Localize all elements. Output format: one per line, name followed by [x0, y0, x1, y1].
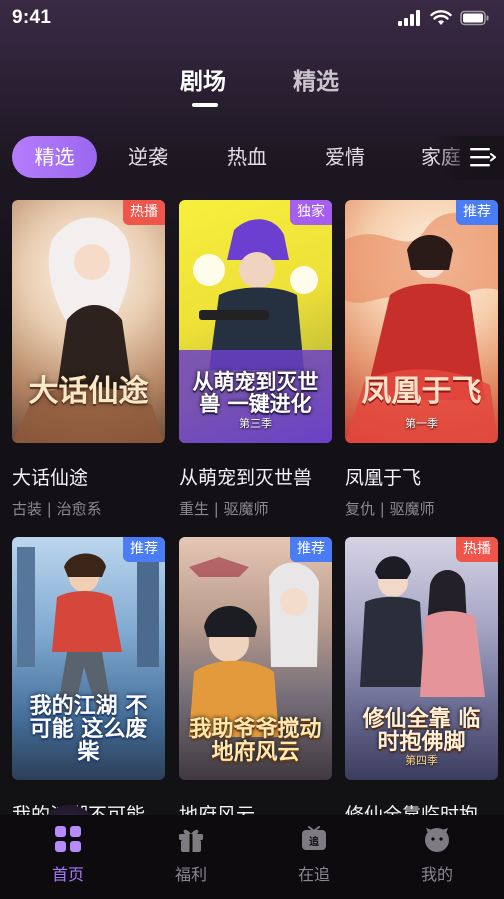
tab-home[interactable]: 首页 — [18, 815, 118, 899]
card-tags: 古装 | 治愈系 — [12, 500, 102, 518]
bottom-tab-bar: 首页 福利 追 在追 我的 — [0, 815, 504, 899]
exclusive-badge: 独家 — [290, 200, 332, 225]
tab-label: 在追 — [297, 865, 330, 884]
home-grid-icon — [55, 826, 81, 852]
cover-image[interactable]: 修仙全靠 临时抱佛脚 第四季 热播 — [345, 537, 498, 780]
cover-title: 我助爷爷搅动 地府风云 — [189, 715, 322, 765]
tab-label: 首页 — [51, 865, 84, 884]
tv-icon: 追 — [302, 826, 326, 850]
top-tabs: 剧场 精选 — [0, 58, 504, 118]
hot-badge: 热播 — [456, 537, 498, 562]
cover-title: 大话仙途 — [28, 373, 149, 409]
chip-featured[interactable]: 精选 — [12, 136, 97, 178]
tab-welfare[interactable]: 福利 — [141, 815, 241, 899]
cover-season: 第三季 — [239, 417, 272, 430]
chip-comeback[interactable]: 逆袭 — [128, 136, 168, 178]
cover-image[interactable]: 我助爷爷搅动 地府风云 推荐 — [179, 537, 332, 780]
tab-following[interactable]: 追 在追 — [264, 815, 364, 899]
recommend-badge: 推荐 — [290, 537, 332, 562]
recommend-badge: 推荐 — [456, 200, 498, 225]
tab-theater[interactable]: 剧场 — [180, 62, 226, 96]
cover-title: 凤凰于飞 — [361, 373, 482, 409]
tab-mine[interactable]: 我的 — [387, 815, 487, 899]
status-icons — [398, 10, 490, 26]
card-tags: 重生 | 驱魔师 — [179, 500, 269, 518]
cover-title: 修仙全靠 临时抱佛脚 — [362, 705, 481, 755]
active-tab-indicator — [192, 103, 218, 107]
cover-image[interactable]: 凤凰于飞 第一季 推荐 — [345, 200, 498, 443]
cover-season: 第一季 — [405, 417, 438, 430]
signal-icon — [398, 10, 420, 26]
profile-face-icon — [425, 828, 449, 852]
status-time: 9:41 — [12, 7, 52, 28]
svg-text:追: 追 — [309, 835, 320, 848]
battery-icon — [460, 10, 489, 26]
cover-title: 从萌宠到灭世兽 一键进化 — [192, 368, 319, 416]
tab-label: 我的 — [420, 865, 453, 884]
category-chips: 精选 逆袭 热血 爱情 家庭 — [0, 136, 504, 180]
card-title[interactable]: 凤凰于飞 — [345, 463, 498, 490]
cover-image[interactable]: 从萌宠到灭世兽 一键进化 第三季 独家 — [179, 200, 332, 443]
tab-featured[interactable]: 精选 — [293, 62, 339, 96]
cover-image[interactable]: 我的江湖 不可能 这么废柴 推荐 — [12, 537, 165, 780]
category-menu-icon[interactable] — [470, 145, 496, 169]
card-title[interactable]: 从萌宠到灭世兽 — [179, 463, 332, 490]
cover-title: 我的江湖 不可能 这么废柴 — [29, 692, 148, 765]
card-title[interactable]: 大话仙途 — [12, 463, 165, 490]
card-tags: 复仇 | 驱魔师 — [345, 500, 435, 518]
cover-season: 第四季 — [405, 754, 438, 767]
tab-label: 福利 — [174, 865, 207, 884]
chip-romance[interactable]: 爱情 — [325, 136, 365, 178]
wifi-icon — [430, 10, 452, 25]
status-bar: 9:41 — [0, 0, 504, 40]
cover-image[interactable]: 大话仙途 热播 — [12, 200, 165, 443]
chip-passion[interactable]: 热血 — [227, 136, 267, 178]
recommend-badge: 推荐 — [123, 537, 165, 562]
gift-icon — [179, 829, 203, 852]
hot-badge: 热播 — [123, 200, 165, 225]
